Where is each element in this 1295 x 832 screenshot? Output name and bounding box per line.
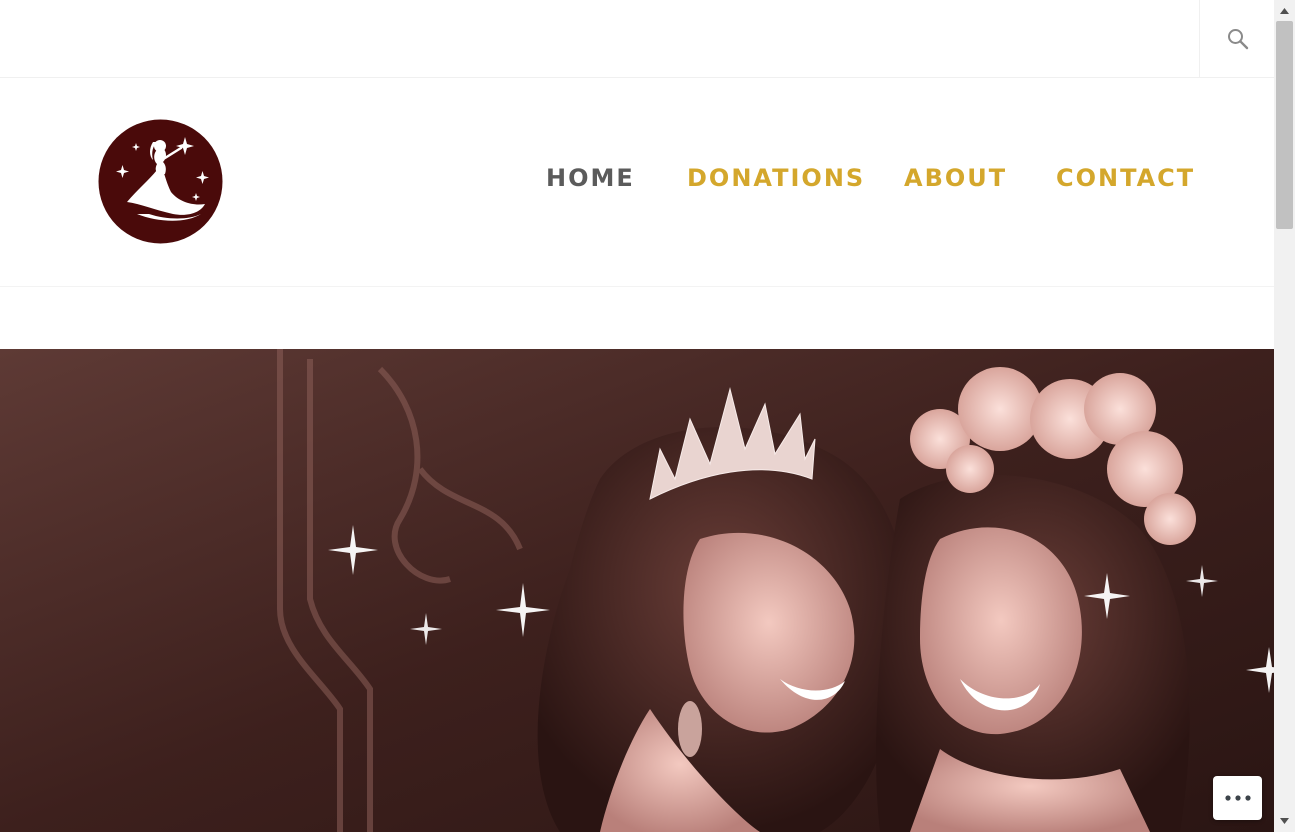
hero-image — [0, 349, 1274, 832]
arrow-down-icon — [1280, 817, 1289, 824]
vertical-scrollbar[interactable] — [1274, 0, 1295, 832]
nav-item-home[interactable]: HOME — [546, 164, 635, 192]
top-bar — [0, 0, 1274, 78]
search-button[interactable] — [1199, 0, 1275, 77]
nav-item-donations[interactable]: DONATIONS — [687, 164, 865, 192]
site-header: HOME DONATIONS ABOUT CONTACT — [0, 78, 1274, 287]
more-horizontal-icon — [1224, 795, 1251, 801]
search-icon — [1227, 28, 1248, 49]
scroll-up-button[interactable] — [1274, 2, 1295, 19]
nav-item-contact[interactable]: CONTACT — [1056, 164, 1195, 192]
main-navigation: HOME DONATIONS ABOUT CONTACT — [0, 78, 1274, 286]
nav-item-about[interactable]: ABOUT — [904, 164, 1007, 192]
arrow-up-icon — [1280, 7, 1289, 14]
scroll-down-button[interactable] — [1274, 812, 1295, 829]
scrollbar-thumb[interactable] — [1276, 21, 1293, 229]
hero-photo-illustration — [0, 349, 1274, 832]
more-actions-button[interactable] — [1213, 776, 1262, 820]
